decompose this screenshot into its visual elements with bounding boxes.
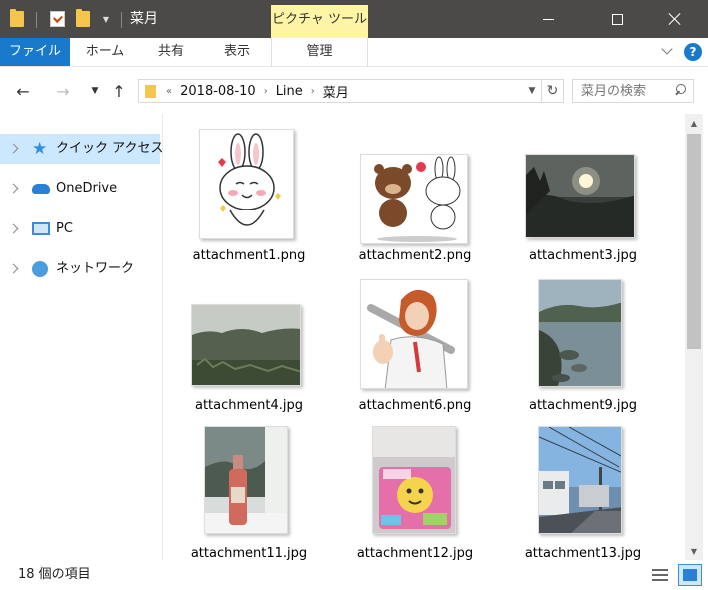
title-bar: ▼ 菜月 ピクチャ ツール xyxy=(0,0,708,38)
navigation-pane: ★ クイック アクセス OneDrive PC ネットワーク xyxy=(0,114,163,560)
file-list: attachment1.png attachment2.png attachme… xyxy=(164,114,685,560)
file-item[interactable]: attachment2.png xyxy=(340,124,490,264)
title-separator xyxy=(121,12,122,28)
file-thumbnail xyxy=(372,426,456,534)
ribbon-tabs: ファイル ホーム 共有 表示 管理 ? xyxy=(0,38,708,67)
file-item[interactable]: attachment13.jpg xyxy=(508,422,658,560)
new-folder-icon[interactable] xyxy=(72,0,94,38)
file-name: attachment1.png xyxy=(192,248,306,263)
network-icon xyxy=(32,261,48,277)
file-name: attachment11.jpg xyxy=(190,546,308,560)
file-item[interactable]: attachment12.jpg xyxy=(340,422,490,560)
nav-item-label: PC xyxy=(56,221,73,236)
cloud-icon xyxy=(32,184,50,194)
minimize-icon xyxy=(542,18,554,20)
file-name: attachment4.jpg xyxy=(194,398,304,413)
breadcrumb-date[interactable]: 2018-08-10 xyxy=(180,84,256,99)
up-arrow-icon[interactable]: ↑ xyxy=(108,80,130,102)
file-thumbnail xyxy=(525,154,635,238)
tab-home[interactable]: ホーム xyxy=(77,38,133,66)
file-item[interactable]: attachment4.jpg xyxy=(174,274,324,414)
file-name: attachment12.jpg xyxy=(356,546,474,560)
large-icons-view-icon[interactable] xyxy=(678,564,702,586)
file-item[interactable]: attachment3.jpg xyxy=(508,124,658,264)
address-bar[interactable]: « 2018-08-10 › Line › 菜月 ▼ ↻ xyxy=(138,79,564,103)
chevron-down-icon[interactable]: ▼ xyxy=(523,80,541,102)
item-count: 18 個の項目 xyxy=(18,567,91,582)
breadcrumb-overflow[interactable]: « xyxy=(166,86,172,97)
expand-chevron-icon[interactable] xyxy=(8,223,19,234)
status-bar: 18 個の項目 xyxy=(0,560,708,590)
minimize-button[interactable] xyxy=(525,0,571,38)
tab-share[interactable]: 共有 xyxy=(148,38,194,66)
help-icon[interactable]: ? xyxy=(684,43,702,61)
details-view-icon[interactable] xyxy=(650,567,670,583)
nav-item-label: クイック アクセス xyxy=(56,141,164,156)
file-name: attachment2.png xyxy=(358,248,472,263)
folder-icon[interactable] xyxy=(6,0,28,38)
file-item[interactable]: attachment9.jpg xyxy=(508,274,658,414)
maximize-button[interactable] xyxy=(594,0,640,38)
nav-item-onedrive[interactable]: OneDrive xyxy=(0,174,160,204)
file-name: attachment9.jpg xyxy=(528,398,638,413)
folder-icon xyxy=(145,84,156,98)
file-thumbnail xyxy=(204,426,288,534)
refresh-icon[interactable]: ↻ xyxy=(541,80,563,102)
breadcrumb-current[interactable]: 菜月 xyxy=(323,82,349,101)
search-input[interactable] xyxy=(573,80,673,102)
vertical-scrollbar[interactable]: ▲ ▼ xyxy=(685,114,703,560)
nav-item-pc[interactable]: PC xyxy=(0,214,160,244)
expand-chevron-icon[interactable] xyxy=(8,263,19,274)
nav-item-network[interactable]: ネットワーク xyxy=(0,254,160,284)
properties-icon[interactable] xyxy=(46,0,68,38)
breadcrumb-line[interactable]: Line xyxy=(276,84,303,99)
scroll-up-icon[interactable]: ▲ xyxy=(685,114,703,132)
nav-item-label: ネットワーク xyxy=(56,261,135,276)
file-name: attachment3.jpg xyxy=(528,248,638,263)
chevron-right-icon[interactable]: › xyxy=(311,86,315,97)
file-name: attachment6.png xyxy=(358,398,472,413)
file-item[interactable]: attachment11.jpg xyxy=(174,422,324,560)
expand-ribbon-icon[interactable] xyxy=(660,44,674,58)
contextual-tab-header: ピクチャ ツール xyxy=(271,5,368,38)
close-button[interactable] xyxy=(652,0,698,38)
forward-arrow-icon[interactable]: → xyxy=(52,80,74,102)
customize-quick-access-icon[interactable]: ▼ xyxy=(98,0,114,38)
star-icon: ★ xyxy=(32,139,48,159)
file-item[interactable]: attachment6.png xyxy=(340,274,490,414)
chevron-right-icon[interactable]: › xyxy=(264,86,268,97)
file-name: attachment13.jpg xyxy=(524,546,642,560)
file-thumbnail xyxy=(538,279,622,387)
file-thumbnail xyxy=(199,129,294,239)
expand-chevron-icon[interactable] xyxy=(8,143,19,154)
pc-icon xyxy=(32,222,50,235)
nav-item-label: OneDrive xyxy=(56,181,118,196)
scrollbar-thumb[interactable] xyxy=(687,134,701,349)
file-thumbnail xyxy=(538,426,622,534)
nav-item-quick-access[interactable]: ★ クイック アクセス xyxy=(0,134,164,164)
file-item[interactable]: attachment1.png xyxy=(174,124,324,264)
recent-locations-icon[interactable]: ▼ xyxy=(84,80,106,102)
tab-file[interactable]: ファイル xyxy=(0,38,70,66)
tab-manage[interactable]: 管理 xyxy=(271,38,368,66)
back-arrow-icon[interactable]: ← xyxy=(12,80,34,102)
window-title: 菜月 xyxy=(130,11,158,27)
file-thumbnail xyxy=(191,304,301,386)
scroll-down-icon[interactable]: ▼ xyxy=(685,542,703,560)
search-icon[interactable] xyxy=(673,84,687,98)
file-thumbnail xyxy=(360,279,468,389)
close-icon xyxy=(668,12,682,26)
quick-access-separator xyxy=(36,12,37,28)
expand-chevron-icon[interactable] xyxy=(8,183,19,194)
tab-view[interactable]: 表示 xyxy=(212,38,262,66)
maximize-icon xyxy=(611,13,623,25)
search-box[interactable] xyxy=(572,79,694,103)
file-thumbnail xyxy=(360,154,468,244)
navigation-bar: ← → ▼ ↑ « 2018-08-10 › Line › 菜月 ▼ ↻ xyxy=(0,67,708,114)
